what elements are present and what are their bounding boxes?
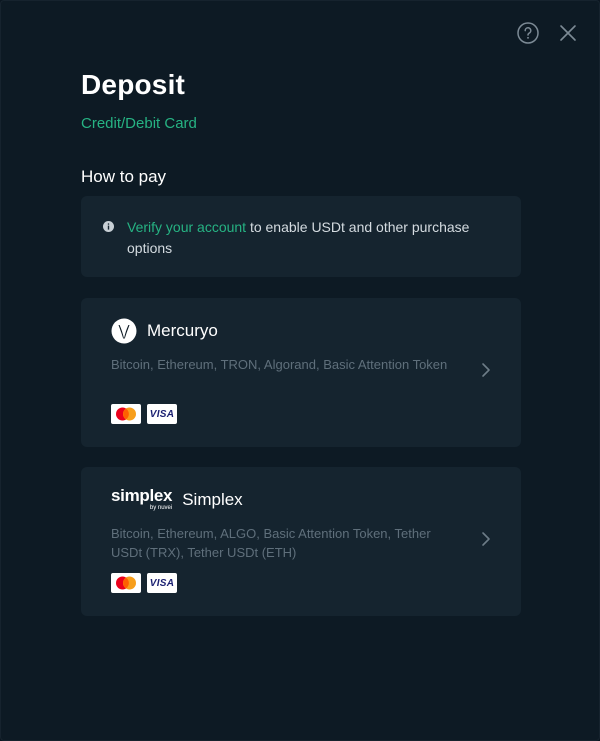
visa-label: VISA: [149, 577, 175, 589]
payment-logos: VISA: [111, 404, 177, 424]
visa-icon: VISA: [147, 404, 177, 424]
mastercard-icon: [111, 573, 141, 593]
provider-name: Simplex: [182, 489, 243, 509]
provider-name: Mercuryo: [147, 321, 218, 340]
simplex-logo-sub: by nuvei: [149, 505, 173, 511]
help-circle-icon[interactable]: [517, 22, 539, 44]
provider-header: Mercuryo: [111, 318, 218, 344]
info-icon: [103, 221, 114, 232]
header-actions: [517, 22, 579, 44]
page-title: Deposit: [81, 69, 186, 100]
deposit-modal: Deposit Credit/Debit Card How to pay Ver…: [0, 0, 600, 741]
chevron-right-icon: [482, 532, 490, 546]
mercuryo-logo-icon: [111, 318, 137, 344]
supported-coins: Bitcoin, Ethereum, TRON, Algorand, Basic…: [111, 357, 448, 372]
payment-method-subtitle: Credit/Debit Card: [81, 115, 197, 132]
verify-account-link[interactable]: Verify your account: [127, 219, 246, 235]
supported-coins: Bitcoin, Ethereum, ALGO, Basic Attention…: [111, 526, 431, 560]
verify-info-box: Verify your account to enable USDt and o…: [81, 196, 521, 277]
provider-header: simplex by nuvei Simplex: [111, 487, 243, 512]
chevron-right-icon: [482, 363, 490, 377]
close-icon[interactable]: [557, 22, 579, 44]
visa-label: VISA: [149, 408, 175, 420]
provider-card-simplex[interactable]: simplex by nuvei Simplex Bitcoin, Ethere…: [81, 467, 521, 616]
simplex-logo-word: simplex: [111, 486, 173, 505]
mastercard-icon: [111, 404, 141, 424]
provider-card-mercuryo[interactable]: Mercuryo Bitcoin, Ethereum, TRON, Algora…: [81, 298, 521, 447]
simplex-logo-icon: simplex by nuvei: [111, 486, 173, 512]
payment-logos: VISA: [111, 573, 177, 593]
how-to-pay-heading: How to pay: [81, 167, 167, 186]
visa-icon: VISA: [147, 573, 177, 593]
